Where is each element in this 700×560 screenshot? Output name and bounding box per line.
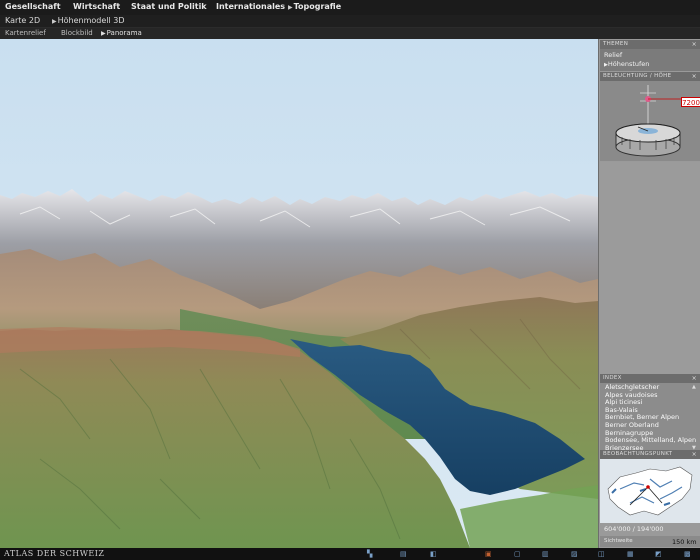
toolbar-icon-11[interactable]: ▩ (684, 550, 691, 558)
terrain-rendering (0, 39, 598, 548)
beobachtungspunkt-header: BEOBACHTUNGSPUNKT × (600, 450, 700, 459)
panel-empty-area (600, 162, 700, 377)
overview-minimap[interactable] (600, 459, 700, 523)
triangle-right-icon: ▶ (52, 18, 57, 25)
menu-topografie-label: Topografie (293, 2, 342, 11)
toolbar-icon-7[interactable]: ▨ (571, 550, 578, 558)
themen-item-hoehenstufen-label: Höhenstufen (607, 60, 650, 68)
menu-topografie[interactable]: ▶Topografie (288, 2, 341, 11)
scroll-up-icon[interactable]: ▲ (692, 384, 696, 390)
view-panorama[interactable]: ▶Panorama (101, 29, 142, 37)
index-title: INDEX (603, 375, 622, 381)
mode-hoehenmodell-3d[interactable]: ▶Höhenmodell 3D (52, 16, 125, 25)
view-kartenrelief[interactable]: Kartenrelief (5, 29, 46, 37)
beleuchtung-title: BELEUCHTUNG / HÖHE (603, 73, 672, 79)
menu-staat-und-politik[interactable]: Staat und Politik (131, 2, 207, 11)
toolbar-icon-10[interactable]: ◩ (655, 550, 662, 558)
menu-wirtschaft[interactable]: Wirtschaft (73, 2, 120, 11)
view-blockbild[interactable]: Blockbild (61, 29, 93, 37)
triangle-right-icon: ▶ (288, 4, 293, 11)
visibility-scale[interactable]: Sichtweite 150 km (600, 536, 700, 547)
close-icon[interactable]: × (692, 72, 697, 81)
menu-internationales[interactable]: Internationales (216, 2, 285, 11)
close-icon[interactable]: × (692, 374, 697, 383)
toolbar-icon-6[interactable]: ▥ (542, 550, 549, 558)
terrain-3d-view[interactable] (0, 39, 598, 548)
view-bar: Kartenrelief Blockbild ▶Panorama (0, 28, 700, 39)
mode-bar: Karte 2D ▶Höhenmodell 3D (0, 15, 700, 28)
index-list: Aletschgletscher Alpes vaudoises Alpi ti… (600, 383, 700, 454)
toolbar-icon-4[interactable]: ▣ (485, 550, 492, 558)
themen-header: THEMEN × (600, 40, 700, 49)
toolbar-icon-8[interactable]: ◫ (598, 550, 605, 558)
app-brand-logo: ATLAS DER SCHWEIZ (4, 549, 105, 558)
toolbar-icon-9[interactable]: ▦ (627, 550, 634, 558)
toolbar-icon-2[interactable]: ▤ (400, 550, 407, 558)
observer-coordinates: 604'000 / 194'000 (604, 525, 664, 533)
toolbar-icon-5[interactable]: ▢ (514, 550, 521, 558)
toolbar-icon-1[interactable]: ▚ (367, 550, 372, 558)
beleuchtung-header: BELEUCHTUNG / HÖHE × (600, 72, 700, 81)
triangle-right-icon: ▶ (101, 30, 106, 37)
themen-item-relief[interactable]: Relief (604, 51, 622, 59)
themen-item-hoehenstufen[interactable]: ▶Höhenstufen (604, 60, 649, 68)
menu-gesellschaft[interactable]: Gesellschaft (5, 2, 61, 11)
themen-title: THEMEN (603, 41, 629, 47)
index-header: INDEX × (600, 374, 700, 383)
visibility-label: Sichtweite (604, 538, 633, 544)
beobachtungspunkt-title: BEOBACHTUNGSPUNKT (603, 451, 673, 457)
beleuchtung-panel (600, 81, 700, 161)
view-panorama-label: Panorama (106, 29, 142, 37)
close-icon[interactable]: × (692, 40, 697, 49)
switzerland-map (600, 459, 700, 523)
mode-hoehenmodell-label: Höhenmodell 3D (57, 16, 125, 25)
footer-bar: ATLAS DER SCHWEIZ ▚ ▤ ◧ ▣ ▢ ▥ ▨ ◫ ▦ ◩ ▩ (0, 548, 700, 560)
height-value-field[interactable]: 7200 (681, 97, 700, 107)
observer-point-icon (646, 485, 650, 489)
right-panel: THEMEN × Relief ▶Höhenstufen BELEUCHTUNG… (598, 39, 700, 548)
themen-list: Relief ▶Höhenstufen (600, 49, 700, 71)
toolbar-icon-3[interactable]: ◧ (430, 550, 437, 558)
light-height-control[interactable] (600, 81, 700, 161)
mode-karte-2d[interactable]: Karte 2D (5, 16, 40, 25)
main-menu-bar: Gesellschaft Wirtschaft Staat und Politi… (0, 0, 700, 16)
close-icon[interactable]: × (692, 450, 697, 459)
visibility-value: 150 km (672, 538, 697, 546)
